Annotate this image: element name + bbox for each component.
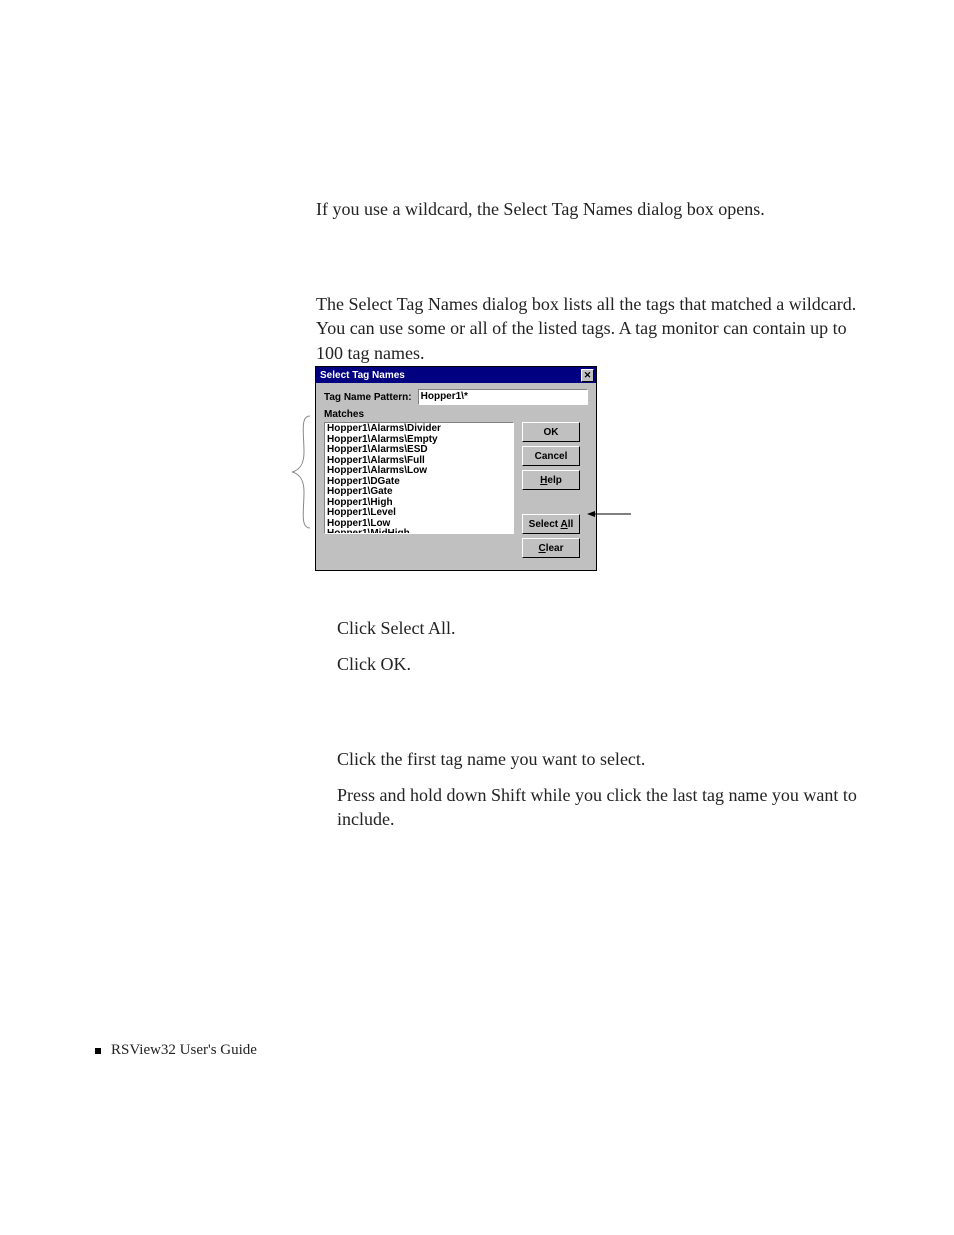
intro-paragraph-1: If you use a wildcard, the Select Tag Na… xyxy=(316,197,846,221)
pattern-label: Tag Name Pattern: xyxy=(324,392,412,403)
intro-paragraph-2: The Select Tag Names dialog box lists al… xyxy=(316,292,871,365)
step-click-ok: Click OK. xyxy=(337,652,837,676)
clear-button[interactable]: Clear xyxy=(522,538,580,558)
footer-text: RSView32 User's Guide xyxy=(111,1042,257,1059)
list-item[interactable]: Hopper1\Level xyxy=(327,508,511,519)
select-tag-names-dialog: Select Tag Names ✕ Tag Name Pattern: Hop… xyxy=(315,366,597,571)
page-footer: RSView32 User's Guide xyxy=(95,1042,257,1059)
bullet-icon xyxy=(95,1048,101,1054)
list-item[interactable]: Hopper1\Gate xyxy=(327,487,511,498)
arrow-annotation-icon xyxy=(587,505,631,513)
step-shift-click: Press and hold down Shift while you clic… xyxy=(337,783,867,832)
list-item[interactable]: Hopper1\Alarms\Low xyxy=(327,466,511,477)
dialog-titlebar: Select Tag Names ✕ xyxy=(316,367,596,383)
step-click-first-tag: Click the first tag name you want to sel… xyxy=(337,747,837,771)
close-icon[interactable]: ✕ xyxy=(581,369,594,382)
step-select-all: Click Select All. xyxy=(337,616,837,640)
matches-listbox[interactable]: Hopper1\Alarms\Divider Hopper1\Alarms\Em… xyxy=(324,422,514,534)
ok-button[interactable]: OK xyxy=(522,422,580,442)
select-all-button[interactable]: Select All xyxy=(522,514,580,534)
brace-annotation-icon xyxy=(286,414,312,530)
list-item[interactable]: Hopper1\MidHigh xyxy=(327,529,511,534)
matches-label: Matches xyxy=(324,409,588,420)
help-button[interactable]: Help xyxy=(522,470,580,490)
tag-name-pattern-input[interactable]: Hopper1\* xyxy=(418,389,588,405)
list-item[interactable]: Hopper1\Alarms\ESD xyxy=(327,445,511,456)
list-item[interactable]: Hopper1\Alarms\Divider xyxy=(327,424,511,435)
dialog-title: Select Tag Names xyxy=(320,370,405,381)
cancel-button[interactable]: Cancel xyxy=(522,446,580,466)
